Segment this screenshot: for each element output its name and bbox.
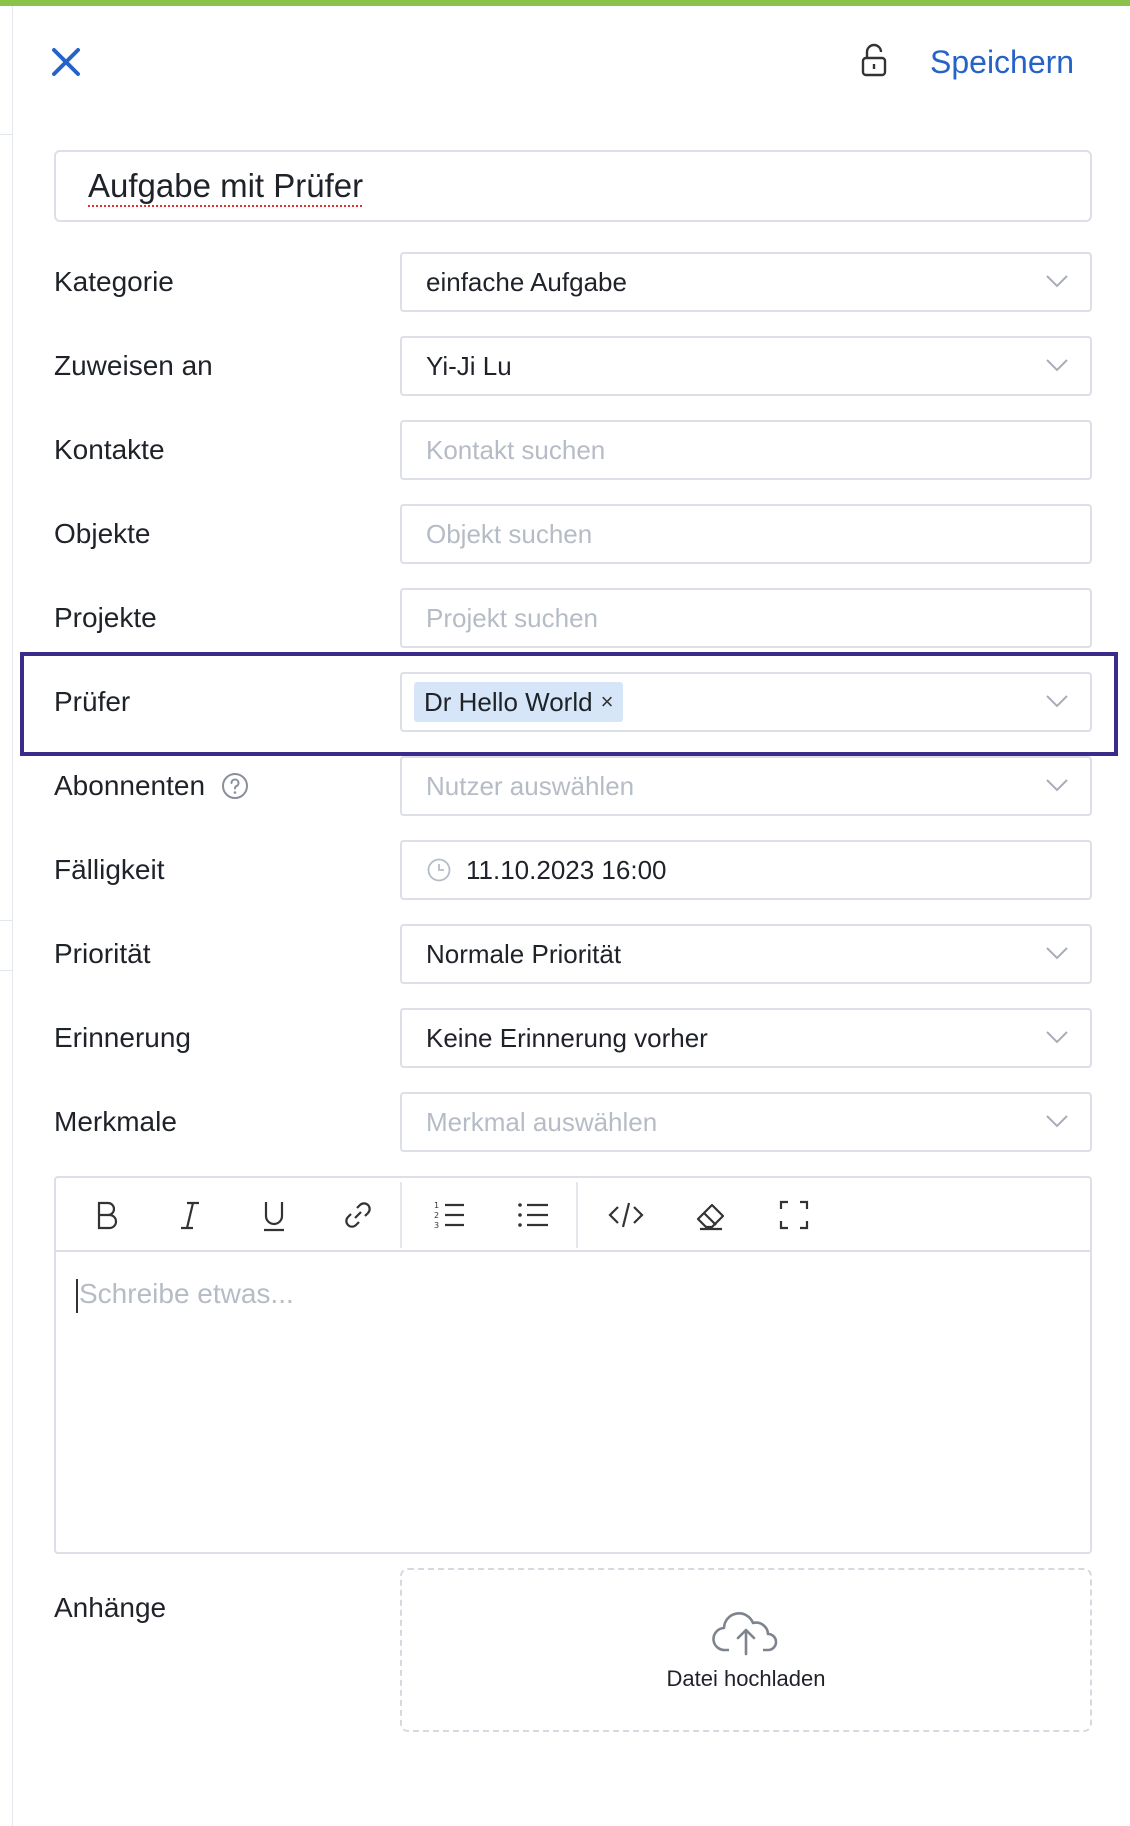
italic-icon	[181, 1201, 199, 1230]
svg-text:2: 2	[434, 1211, 439, 1220]
kontakte-label: Kontakte	[54, 434, 165, 465]
code-button[interactable]	[606, 1195, 646, 1235]
merkmale-placeholder: Merkmal auswählen	[426, 1107, 658, 1137]
erinnerung-label: Erinnerung	[54, 1022, 191, 1053]
fullscreen-button[interactable]	[774, 1195, 814, 1235]
row-abonnenten: Abonnenten Nutzer auswählen	[54, 756, 1092, 816]
row-kategorie: Kategorie einfache Aufgabe	[54, 252, 1092, 312]
editor-toolbar: 1 2 3	[56, 1178, 1090, 1252]
eraser-icon	[696, 1203, 725, 1231]
link-button[interactable]	[338, 1195, 378, 1235]
save-button[interactable]: Speichern	[930, 40, 1074, 84]
clear-format-button[interactable]	[690, 1195, 730, 1235]
kategorie-value: einfache Aufgabe	[426, 267, 627, 297]
task-title-input[interactable]: Aufgabe mit Prüfer	[54, 150, 1092, 222]
svg-text:3: 3	[434, 1221, 439, 1230]
prioritaet-value: Normale Priorität	[426, 939, 622, 969]
editor-content-area[interactable]: Schreibe etwas...	[56, 1252, 1090, 1339]
chevron-down-icon	[1046, 275, 1068, 288]
file-upload-dropzone[interactable]: Datei hochladen	[400, 1568, 1092, 1732]
abonnenten-placeholder: Nutzer auswählen	[426, 771, 635, 801]
erinnerung-select[interactable]: Keine Erinnerung vorher	[400, 1008, 1092, 1068]
prioritaet-select[interactable]: Normale Priorität	[400, 924, 1092, 984]
chevron-down-icon	[1046, 947, 1068, 960]
row-zuweisen: Zuweisen an Yi-Ji Lu	[54, 336, 1092, 396]
prioritaet-label: Priorität	[54, 938, 151, 969]
row-projekte: Projekte Projekt suchen	[54, 588, 1092, 648]
text-caret	[76, 1278, 78, 1313]
faelligkeit-label: Fälligkeit	[54, 854, 165, 885]
ordered-list-button[interactable]: 1 2 3	[430, 1195, 470, 1235]
pruefer-tag-label: Dr Hello World	[424, 687, 593, 717]
anhaenge-label: Anhänge	[54, 1592, 167, 1623]
chevron-down-icon	[1046, 695, 1068, 708]
svg-text:1: 1	[434, 1201, 439, 1210]
zuweisen-select[interactable]: Yi-Ji Lu	[400, 336, 1092, 396]
pruefer-select[interactable]: Dr Hello World ×	[400, 672, 1092, 732]
row-pruefer: Prüfer Dr Hello World ×	[54, 672, 1092, 732]
link-icon	[345, 1202, 371, 1228]
toolbar-separator	[400, 1182, 402, 1248]
pruefer-tag: Dr Hello World ×	[414, 682, 624, 722]
underline-button[interactable]	[254, 1195, 294, 1235]
fullscreen-icon	[779, 1200, 809, 1230]
task-title-text: Aufgabe mit Prüfer	[88, 167, 364, 204]
bold-button[interactable]	[86, 1195, 126, 1235]
projekte-label: Projekte	[54, 602, 157, 633]
merkmale-select[interactable]: Merkmal auswählen	[400, 1092, 1092, 1152]
erinnerung-value: Keine Erinnerung vorher	[426, 1023, 708, 1053]
bullet-list-icon	[518, 1203, 548, 1227]
chevron-down-icon	[1046, 1115, 1068, 1128]
cloud-upload-icon	[712, 1612, 778, 1656]
pruefer-label: Prüfer	[54, 686, 131, 717]
top-accent-bar	[0, 0, 1130, 6]
faelligkeit-value: 11.10.2023 16:00	[466, 855, 667, 885]
chevron-down-icon	[1046, 1031, 1068, 1044]
row-merkmale: Merkmale Merkmal auswählen	[54, 1092, 1092, 1152]
remove-tag-icon[interactable]: ×	[601, 674, 614, 730]
close-icon	[52, 48, 80, 76]
close-button[interactable]	[48, 44, 84, 80]
bullet-list-button[interactable]	[514, 1195, 554, 1235]
projekte-search-input[interactable]: Projekt suchen	[400, 588, 1092, 648]
kategorie-select[interactable]: einfache Aufgabe	[400, 252, 1092, 312]
upload-label: Datei hochladen	[666, 1666, 826, 1691]
kategorie-label: Kategorie	[54, 266, 174, 297]
help-icon[interactable]	[221, 772, 249, 800]
objekte-search-input[interactable]: Objekt suchen	[400, 504, 1092, 564]
zuweisen-value: Yi-Ji Lu	[426, 351, 512, 381]
kontakte-search-input[interactable]: Kontakt suchen	[400, 420, 1092, 480]
background-divider	[0, 970, 12, 971]
row-prioritaet: Priorität Normale Priorität	[54, 924, 1092, 984]
row-kontakte: Kontakte Kontakt suchen	[54, 420, 1092, 480]
zuweisen-label: Zuweisen an	[54, 350, 213, 381]
abonnenten-select[interactable]: Nutzer auswählen	[400, 756, 1092, 816]
row-objekte: Objekte Objekt suchen	[54, 504, 1092, 564]
objekte-label: Objekte	[54, 518, 151, 549]
italic-button[interactable]	[170, 1195, 210, 1235]
row-erinnerung: Erinnerung Keine Erinnerung vorher	[54, 1008, 1092, 1068]
abonnenten-label: Abonnenten	[54, 770, 206, 801]
merkmale-label: Merkmale	[54, 1106, 177, 1137]
ordered-list-icon: 1 2 3	[434, 1201, 464, 1230]
faelligkeit-datetime-input[interactable]: 11.10.2023 16:00	[400, 840, 1092, 900]
lock-button[interactable]	[858, 42, 890, 78]
chevron-down-icon	[1046, 359, 1068, 372]
code-icon	[608, 1202, 644, 1228]
unlock-icon	[861, 43, 887, 77]
bold-icon	[97, 1201, 118, 1230]
clock-icon	[427, 858, 451, 882]
toolbar-separator	[576, 1182, 578, 1248]
description-editor: 1 2 3 Schreibe etwas...	[54, 1176, 1092, 1554]
row-faelligkeit: Fälligkeit 11.10.2023 16:00	[54, 840, 1092, 900]
chevron-down-icon	[1046, 779, 1068, 792]
background-divider	[0, 920, 12, 921]
editor-placeholder: Schreibe etwas...	[79, 1278, 294, 1309]
background-panel-edge	[12, 6, 13, 1826]
abonnenten-label-wrap: Abonnenten	[54, 768, 249, 804]
underline-icon	[264, 1202, 284, 1232]
background-divider	[0, 134, 12, 135]
